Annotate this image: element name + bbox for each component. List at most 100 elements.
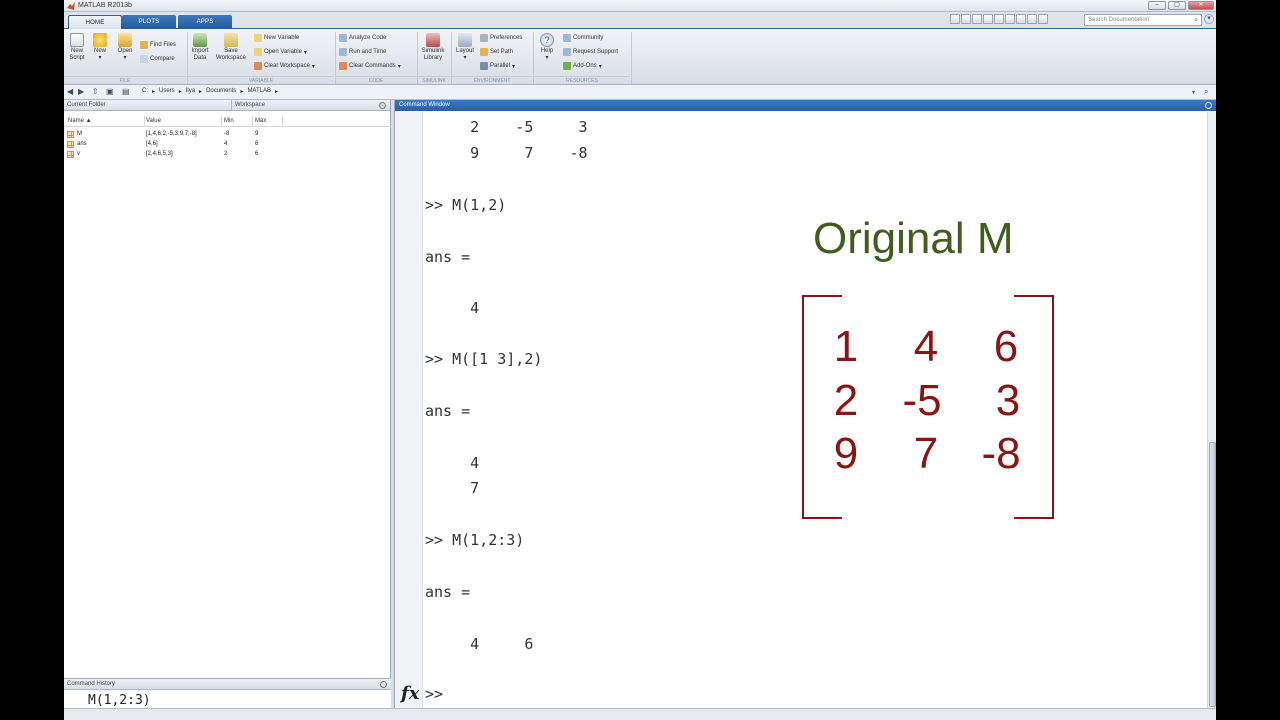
command-window-title[interactable]: Command Window: [399, 102, 450, 108]
pane-header: Current Folder Workspace ⌄: [64, 100, 390, 111]
table-row[interactable]: v [2,4,6,5,3] 2 6: [64, 149, 391, 159]
find-files-button[interactable]: Find Files: [140, 41, 176, 49]
address-dropdown-icon[interactable]: ▾: [1192, 89, 1195, 96]
analyze-code-button[interactable]: Analyze Code: [339, 34, 386, 42]
clear-commands-icon: [339, 62, 347, 70]
command-line: >> M([1 3],2): [425, 350, 543, 368]
help-icon[interactable]: [1038, 14, 1048, 24]
column-value[interactable]: Value: [146, 116, 161, 127]
variable-value: [1,4,6;2,-5,3;9,7,-8]: [146, 131, 197, 137]
request-support-button[interactable]: Request Support: [563, 48, 618, 56]
parallel-icon: [480, 62, 488, 70]
add-ons-button[interactable]: Add-Ons ▾: [563, 62, 602, 70]
import-data-label: Import Data: [191, 48, 209, 61]
function-browser-icon[interactable]: fx: [401, 683, 419, 704]
command-prompt[interactable]: >>: [425, 685, 443, 703]
cut-icon[interactable]: [961, 14, 971, 24]
panel-actions-icon[interactable]: [1205, 102, 1212, 109]
breadcrumb-item[interactable]: Documents: [206, 88, 236, 95]
breadcrumb-item[interactable]: MATLAB: [247, 88, 271, 95]
vertical-scrollbar[interactable]: [1207, 112, 1216, 709]
table-row[interactable]: M [1,4,6;2,-5,3;9,7,-8] -8 9: [64, 129, 391, 139]
group-simulink-label: SIMULINK: [418, 76, 450, 84]
open-label: Open: [117, 48, 133, 54]
customize-icon[interactable]: [1027, 14, 1037, 24]
variable-max: 9: [255, 131, 259, 137]
redo-icon[interactable]: [1005, 14, 1015, 24]
new-script-label: New Script: [69, 48, 85, 61]
new-script-icon: [70, 33, 84, 47]
column-name[interactable]: Name ▲: [68, 116, 92, 127]
tab-apps[interactable]: APPS: [178, 15, 232, 29]
simulink-icon: [426, 33, 440, 47]
matrix-cell: -8: [981, 429, 1021, 478]
variable-min: 2: [224, 151, 228, 157]
table-row[interactable]: ans [4,6] 4 6: [64, 139, 391, 149]
column-min[interactable]: Min: [224, 116, 234, 127]
community-button[interactable]: Community: [563, 34, 603, 42]
browse-folder-icon[interactable]: ▣: [106, 87, 114, 96]
command-history-title[interactable]: Command History: [67, 681, 115, 687]
preferences-button[interactable]: Preferences: [480, 34, 522, 42]
minimize-button[interactable]: –: [1148, 1, 1166, 10]
copy-icon[interactable]: [972, 14, 982, 24]
undo-icon[interactable]: [994, 14, 1004, 24]
open-button[interactable]: Open ▾: [114, 33, 136, 62]
workspace-title[interactable]: Workspace: [231, 100, 389, 111]
history-entry[interactable]: M(1,2:3): [88, 693, 151, 708]
matrix-cell: 1: [833, 322, 859, 371]
output-line: 7: [425, 479, 480, 497]
open-variable-button[interactable]: Open Variable ▾: [254, 48, 307, 56]
new-script-button[interactable]: New Script: [66, 33, 88, 62]
import-data-button[interactable]: Import Data: [189, 33, 211, 62]
forward-icon[interactable]: ▶: [78, 87, 84, 96]
request-support-label: Request Support: [573, 49, 619, 55]
add-ons-label: Add-Ons: [573, 63, 597, 69]
clear-workspace-icon: [254, 62, 262, 70]
breadcrumb-item[interactable]: C:: [142, 88, 148, 95]
analyze-code-label: Analyze Code: [349, 35, 387, 41]
folder-icon: ▤: [122, 87, 130, 96]
save-icon[interactable]: [950, 14, 960, 24]
new-button[interactable]: New ▾: [90, 33, 110, 62]
set-path-button[interactable]: Set Path: [480, 48, 513, 56]
search-documentation-input[interactable]: Search Documentation ⌕: [1084, 14, 1202, 26]
tab-home[interactable]: HOME: [68, 15, 122, 29]
scrollbar-thumb[interactable]: [1209, 442, 1216, 707]
up-folder-icon[interactable]: ⇧: [92, 87, 99, 96]
close-button[interactable]: ✕: [1188, 1, 1214, 10]
clear-workspace-button[interactable]: Clear Workspace ▾: [254, 62, 315, 70]
search-folder-icon[interactable]: ⌕: [1204, 87, 1208, 97]
compare-button[interactable]: Compare: [140, 55, 175, 63]
new-variable-button[interactable]: New Variable: [254, 34, 299, 42]
layout-button[interactable]: Layout ▾: [453, 33, 477, 62]
current-folder-title[interactable]: Current Folder: [67, 100, 106, 111]
group-code-label: CODE: [336, 76, 416, 84]
search-placeholder: Search Documentation: [1088, 17, 1150, 23]
search-icon[interactable]: ⌕: [1194, 16, 1198, 26]
back-icon[interactable]: ◀: [67, 87, 73, 96]
run-and-time-button[interactable]: Run and Time: [339, 48, 386, 56]
help-label: Help: [540, 48, 554, 54]
tab-plots[interactable]: PLOTS: [122, 15, 176, 29]
breadcrumb-item[interactable]: Ilya: [186, 88, 195, 95]
simulink-library-button[interactable]: Simulink Library: [419, 33, 447, 62]
help-button[interactable]: ? Help ▾: [536, 33, 558, 62]
parallel-button[interactable]: Parallel ▾: [480, 62, 515, 70]
matrix-cell: 2: [833, 376, 859, 425]
column-max[interactable]: Max: [255, 116, 266, 127]
paste-icon[interactable]: [983, 14, 993, 24]
save-workspace-button[interactable]: Save Workspace: [214, 33, 248, 62]
switch-windows-icon[interactable]: [1016, 14, 1026, 24]
filter-icon[interactable]: ▾: [1204, 14, 1214, 24]
workspace-table-header: Name ▲ Value Min Max: [64, 116, 391, 127]
save-workspace-icon: [224, 33, 238, 47]
import-data-icon: [193, 33, 207, 47]
panel-actions-icon[interactable]: [380, 681, 387, 688]
output-line: 4: [425, 299, 480, 317]
clear-commands-button[interactable]: Clear Commands ▾: [339, 62, 401, 70]
maximize-button[interactable]: ▢: [1168, 1, 1186, 10]
breadcrumb[interactable]: C: ▸ Users ▸ Ilya ▸ Documents ▸ MATLAB ▸: [142, 88, 278, 95]
panel-actions-icon[interactable]: ⌄: [379, 102, 386, 109]
breadcrumb-item[interactable]: Users: [159, 88, 175, 95]
